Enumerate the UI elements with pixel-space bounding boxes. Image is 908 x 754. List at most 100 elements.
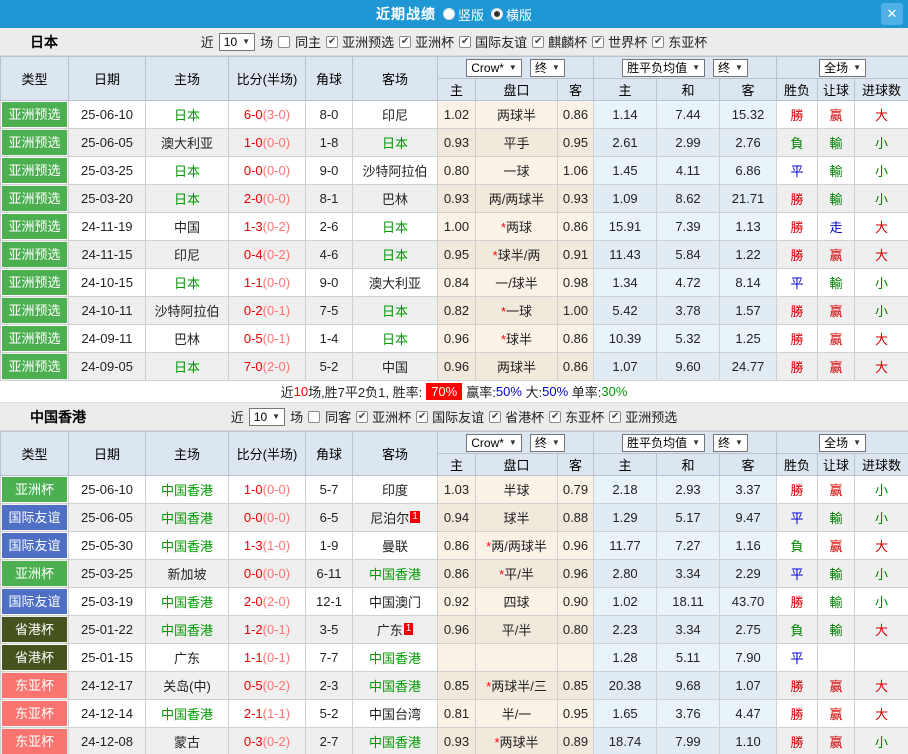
avg-home-cell: 2.61 (593, 128, 658, 157)
crow-away-odds: 0.80 (556, 615, 595, 644)
fullmatch-select[interactable]: 全场 ▼ (819, 433, 867, 452)
competition-checkbox[interactable]: ✔ (592, 35, 605, 48)
competition-checkbox[interactable]: ✔ (416, 410, 429, 423)
final-odds-select[interactable]: 终 ▼ (529, 58, 565, 77)
avg-away-cell: 2.75 (719, 615, 778, 644)
date-cell: 24-10-11 (68, 296, 146, 325)
chevron-down-icon: ▼ (551, 438, 560, 447)
filter-options: 近 10 ▼ 场同主 ✔ 亚洲预选 ✔ 亚洲杯 ✔ 国际友谊 ✔ 麒麟杯 ✔ 世界杯 ✔ 东亚杯 (200, 32, 708, 51)
competition-checkbox[interactable]: ✔ (459, 35, 472, 48)
chevron-down-icon: ▼ (272, 412, 281, 421)
subcol-handicap-result: 让球 (817, 453, 856, 476)
same-venue-checkbox[interactable] (308, 410, 321, 423)
wdl-average-select[interactable]: 胜平负均值 ▼ (622, 58, 706, 77)
avg-away-cell: 21.71 (719, 184, 778, 213)
col-away: 客场 (352, 56, 438, 101)
col-type: 类型 (0, 431, 69, 476)
radio-horizontal-layout[interactable]: 横版 (491, 5, 532, 24)
competition-label: 亚洲杯 (415, 35, 455, 50)
summary-segment: 单率: (568, 385, 602, 400)
fullmatch-select[interactable]: 全场 ▼ (819, 58, 867, 77)
close-icon[interactable]: ✕ (881, 3, 903, 25)
score-cell: 0-0(0-0) (228, 559, 306, 588)
radio-vertical-layout[interactable]: 竖版 (442, 5, 484, 24)
result-goals-cell: 大 (854, 100, 908, 129)
handicap-cell: *两球半/三 (475, 671, 558, 700)
date-cell: 24-12-14 (68, 699, 146, 728)
score-cell: 1-1(0-1) (228, 643, 306, 672)
crow-home-odds: 0.94 (437, 503, 476, 532)
crow-home-odds: 0.92 (437, 587, 476, 616)
final-odds-select[interactable]: 终 ▼ (529, 433, 565, 452)
avg-away-cell: 6.86 (719, 156, 778, 185)
final-odds-select[interactable]: 终 ▼ (713, 58, 748, 77)
same-venue-checkbox[interactable] (278, 35, 291, 48)
competition-checkbox[interactable]: ✔ (399, 35, 412, 48)
competition-checkbox[interactable]: ✔ (609, 410, 622, 423)
avg-home-cell: 10.39 (593, 324, 658, 353)
competition-label: 省港杯 (505, 410, 545, 425)
handicap-cell: *一球 (475, 296, 558, 325)
corner-cell: 8-0 (305, 100, 353, 129)
chevron-down-icon: ▼ (853, 438, 862, 447)
match-count-select[interactable]: 10 ▼ (248, 407, 286, 426)
avg-away-cell: 1.16 (719, 531, 778, 560)
crow-away-odds: 0.86 (556, 324, 595, 353)
table-row: 东亚杯 24-12-14 中国香港 2-1(1-1) 5-2 中国台湾 0.81 半/一 0.9… (0, 699, 908, 728)
away-team-cell: 中国香港 (352, 727, 438, 754)
away-team-cell: 曼联 (352, 531, 438, 560)
wdl-average-select[interactable]: 胜平负均值 ▼ (622, 433, 706, 452)
handicap-cell: 一球 (475, 156, 558, 185)
avg-away-cell: 24.77 (719, 352, 778, 381)
corner-cell: 12-1 (305, 587, 353, 616)
home-team-cell: 中国香港 (145, 531, 229, 560)
subcol-avg-draw: 和 (656, 453, 721, 476)
date-cell: 25-06-05 (68, 128, 146, 157)
avg-draw-cell: 3.34 (656, 559, 721, 588)
near-label: 近 (200, 35, 214, 50)
bookmaker-select[interactable]: Crow* ▼ (466, 58, 522, 77)
final-odds-select[interactable]: 终 ▼ (713, 433, 748, 452)
result-wdl-cell: 勝 (776, 296, 819, 325)
radio-icon[interactable] (442, 8, 455, 20)
home-team-cell: 新加坡 (145, 559, 229, 588)
crow-away-odds: 1.06 (556, 156, 595, 185)
table-row: 亚洲预选 25-06-10 日本 6-0(3-0) 8-0 印尼 1.02 两球半 0.86 1.… (0, 100, 908, 129)
result-goals-cell: 小 (854, 268, 908, 297)
table-row: 国际友谊 25-06-05 中国香港 0-0(0-0) 6-5 尼泊尔 1 0.94 球半 0.8… (0, 503, 908, 532)
summary-segment: 70% (426, 383, 463, 400)
avg-draw-cell: 3.76 (656, 699, 721, 728)
result-wdl-cell: 勝 (776, 727, 819, 754)
avg-away-cell: 1.13 (719, 212, 778, 241)
subcol-handicap-result: 让球 (817, 78, 856, 101)
score-cell: 2-0(0-0) (228, 184, 306, 213)
result-handicap-cell: 赢 (817, 475, 856, 504)
date-cell: 24-11-19 (68, 212, 146, 241)
competition-checkbox[interactable]: ✔ (532, 35, 545, 48)
col-score: 比分(半场) (228, 431, 306, 476)
avg-home-cell: 11.43 (593, 240, 658, 269)
avg-draw-cell: 7.99 (656, 727, 721, 754)
competition-checkbox[interactable]: ✔ (489, 410, 502, 423)
score-cell: 0-3(0-2) (228, 727, 306, 754)
competition-checkbox[interactable]: ✔ (326, 35, 339, 48)
match-count-select[interactable]: 10 ▼ (218, 32, 256, 51)
crow-away-odds: 1.00 (556, 296, 595, 325)
bookmaker-select[interactable]: Crow* ▼ (466, 433, 522, 452)
corner-cell: 1-9 (305, 531, 353, 560)
chevron-down-icon: ▼ (692, 438, 701, 447)
competition-checkbox[interactable]: ✔ (356, 410, 369, 423)
competition-checkbox[interactable]: ✔ (652, 35, 665, 48)
result-handicap-cell: 輸 (817, 128, 856, 157)
radio-checked-icon[interactable] (491, 8, 503, 20)
handicap-cell: 平手 (475, 128, 558, 157)
type-badge: 亚洲预选 (0, 128, 69, 157)
result-goals-cell: 小 (854, 587, 908, 616)
handicap-cell: *两球 (475, 212, 558, 241)
handicap-cell: *平/半 (475, 559, 558, 588)
crow-away-odds: 0.96 (556, 559, 595, 588)
col-home: 主场 (145, 431, 229, 476)
crow-away-odds (556, 643, 595, 672)
competition-checkbox[interactable]: ✔ (549, 410, 562, 423)
avg-draw-cell: 4.11 (656, 156, 721, 185)
